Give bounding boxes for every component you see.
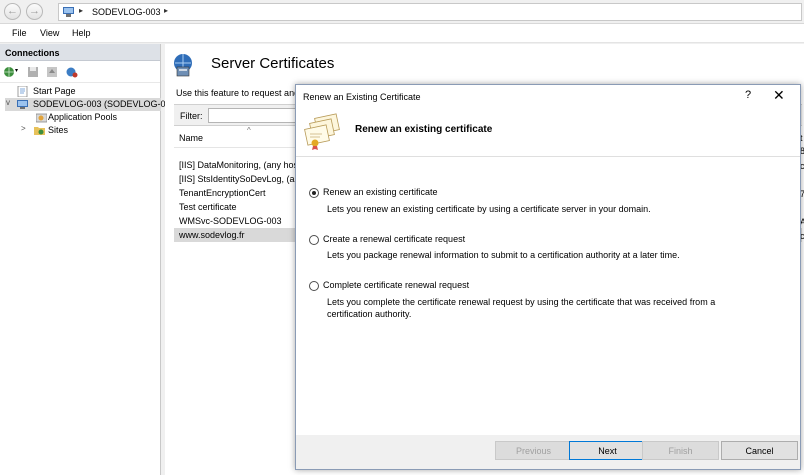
dialog-title: Renew an Existing Certificate: [303, 92, 421, 102]
radio-renew-existing[interactable]: [309, 188, 319, 198]
dialog-titlebar[interactable]: Renew an Existing Certificate ? ✕: [296, 85, 800, 109]
page-description: Use this feature to request and: [176, 88, 300, 98]
option-label[interactable]: Complete certificate renewal request: [323, 280, 469, 290]
option-description: Lets you complete the certificate renewa…: [327, 297, 716, 319]
breadcrumb-server[interactable]: SODEVLOG-003: [92, 7, 161, 17]
connect-globe-icon[interactable]: [3, 66, 15, 78]
next-button[interactable]: Next: [569, 441, 646, 460]
dialog-heading: Renew an existing certificate: [355, 124, 493, 135]
dialog-banner: Renew an existing certificate: [296, 109, 800, 157]
radio-create-renewal-request[interactable]: [309, 235, 319, 245]
menu-bar: File View Help: [0, 24, 804, 43]
dialog-body: Renew an existing certificate Lets you r…: [296, 157, 800, 435]
dropdown-arrow-icon[interactable]: ▾: [15, 67, 18, 74]
filter-input[interactable]: [208, 108, 300, 123]
server-certificates-icon: [174, 54, 192, 77]
close-icon[interactable]: ✕: [773, 87, 785, 104]
menu-view[interactable]: View: [40, 28, 59, 38]
help-icon[interactable]: ?: [745, 89, 751, 101]
sort-ascending-icon: ^: [247, 126, 251, 135]
previous-button[interactable]: Previous: [495, 441, 572, 460]
connections-pane: Connections ▾ Start Page v SODEVLOG-003 …: [0, 44, 176, 475]
radio-complete-renewal-request[interactable]: [309, 281, 319, 291]
save-icon: [28, 67, 38, 77]
option-label[interactable]: Renew an existing certificate: [323, 187, 438, 197]
option-label[interactable]: Create a renewal certificate request: [323, 234, 465, 244]
start-page-icon: [17, 86, 28, 97]
tree-item-server[interactable]: v SODEVLOG-003 (SODEVLOG-003: [5, 98, 176, 111]
address-field[interactable]: ▸ SODEVLOG-003 ▸: [58, 3, 802, 21]
menu-file[interactable]: File: [12, 28, 27, 38]
forward-button[interactable]: →: [26, 3, 43, 20]
cancel-button[interactable]: Cancel: [721, 441, 798, 460]
tree-item-application-pools[interactable]: Application Pools: [5, 111, 155, 124]
breadcrumb-separator: ▸: [79, 6, 84, 15]
filter-label: Filter:: [180, 111, 203, 121]
column-name-label: Name: [179, 133, 204, 143]
sites-folder-icon: [34, 127, 45, 135]
certificate-icon: [304, 113, 340, 150]
option-description: Lets you renew an existing certificate b…: [327, 204, 651, 214]
connect-server-icon[interactable]: [66, 66, 78, 78]
page-title: Server Certificates: [211, 55, 335, 72]
server-icon: [17, 100, 28, 109]
up-icon: [47, 67, 57, 77]
option-description: Lets you package renewal information to …: [327, 250, 680, 260]
tree-item-start-page[interactable]: Start Page: [5, 85, 155, 98]
breadcrumb-separator[interactable]: ▸: [164, 6, 168, 15]
iis-server-icon: [63, 7, 74, 17]
address-bar: ← → ▸ SODEVLOG-003 ▸: [0, 0, 804, 24]
renew-certificate-dialog: Renew an Existing Certificate ? ✕ Renew …: [295, 84, 801, 470]
back-button[interactable]: ←: [4, 3, 21, 20]
connections-toolbar: ▾: [0, 61, 160, 83]
connections-header: Connections: [0, 44, 160, 61]
finish-button[interactable]: Finish: [642, 441, 719, 460]
menu-help[interactable]: Help: [72, 28, 91, 38]
app-pools-icon: [36, 113, 47, 123]
collapse-arrow-icon[interactable]: v: [6, 98, 10, 107]
dialog-footer: Previous Next Finish Cancel: [296, 435, 800, 469]
tree-item-sites[interactable]: > Sites: [5, 124, 155, 137]
expand-arrow-icon[interactable]: >: [21, 124, 26, 133]
